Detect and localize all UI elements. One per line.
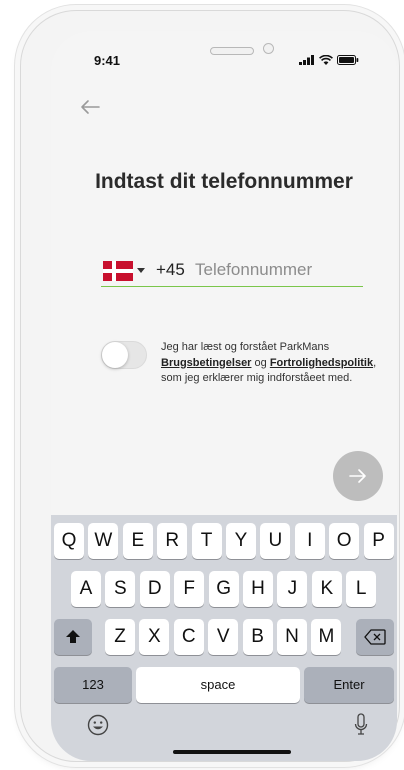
- front-camera: [263, 43, 274, 54]
- backspace-icon: [364, 629, 386, 645]
- key-i[interactable]: I: [294, 523, 325, 559]
- key-v[interactable]: V: [208, 619, 239, 655]
- denmark-flag-icon[interactable]: [103, 261, 133, 281]
- key-k[interactable]: K: [311, 571, 342, 607]
- terms-text: Jeg har læst og forstået ParkMans Brugsb…: [161, 340, 377, 387]
- emoji-icon[interactable]: [87, 714, 109, 736]
- phone-input-row: +45: [101, 251, 363, 287]
- key-q[interactable]: Q: [54, 523, 84, 559]
- terms-text-middle: og: [251, 356, 270, 369]
- keyboard-row-4: 123 space Enter: [51, 667, 397, 703]
- key-j[interactable]: J: [277, 571, 308, 607]
- key-u[interactable]: U: [260, 523, 291, 559]
- key-c[interactable]: C: [173, 619, 204, 655]
- speaker-grille: [210, 47, 254, 55]
- screen: 9:41 Indtast dit telefonnummer +45 Telef…: [51, 31, 397, 761]
- volume-up-button: [14, 168, 17, 218]
- privacy-policy-link[interactable]: Fortrolighedspolitik: [270, 357, 373, 369]
- keyboard-row-1: QWERTYUIOP: [51, 523, 397, 559]
- terms-toggle[interactable]: [101, 341, 147, 369]
- key-r[interactable]: R: [157, 523, 188, 559]
- phone-number-input[interactable]: [195, 259, 355, 281]
- numbers-key[interactable]: 123: [54, 667, 132, 703]
- key-f[interactable]: F: [174, 571, 205, 607]
- toggle-knob: [102, 342, 128, 368]
- microphone-icon[interactable]: [354, 713, 368, 737]
- terms-text-before: Jeg har læst og forstået ParkMans: [161, 341, 330, 353]
- key-s[interactable]: S: [105, 571, 136, 607]
- key-x[interactable]: X: [139, 619, 170, 655]
- key-z[interactable]: Z: [105, 619, 135, 655]
- back-arrow-icon[interactable]: [79, 99, 101, 115]
- terms-of-use-link[interactable]: Brugsbetingelser: [161, 357, 251, 369]
- enter-key[interactable]: Enter: [304, 667, 394, 703]
- shift-icon: [66, 630, 80, 643]
- key-p[interactable]: P: [363, 523, 394, 559]
- key-a[interactable]: A: [71, 571, 101, 607]
- arrow-right-icon: [349, 469, 366, 483]
- home-indicator: [173, 750, 291, 754]
- key-l[interactable]: L: [346, 571, 377, 607]
- volume-down-button: [14, 230, 17, 280]
- mute-switch: [14, 120, 17, 148]
- country-prefix: +45: [156, 260, 185, 279]
- next-button[interactable]: [333, 451, 383, 501]
- backspace-key[interactable]: [356, 619, 394, 655]
- keyboard-row-3: ZXCVBNM: [51, 619, 397, 655]
- chevron-down-icon[interactable]: [137, 268, 145, 273]
- page-title: Indtast dit telefonnummer: [95, 170, 353, 193]
- keyboard-row-2: ASDFGHJKL: [51, 571, 397, 607]
- key-h[interactable]: H: [243, 571, 273, 607]
- space-key[interactable]: space: [136, 667, 300, 703]
- battery-icon: [337, 55, 359, 65]
- key-w[interactable]: W: [88, 523, 119, 559]
- key-b[interactable]: B: [242, 619, 273, 655]
- phone-frame: 9:41 Indtast dit telefonnummer +45 Telef…: [20, 10, 400, 762]
- wifi-icon: [319, 55, 333, 65]
- key-d[interactable]: D: [139, 571, 170, 607]
- key-e[interactable]: E: [122, 523, 153, 559]
- status-icons: [299, 55, 359, 65]
- key-o[interactable]: O: [329, 523, 360, 559]
- key-t[interactable]: T: [191, 523, 222, 559]
- key-g[interactable]: G: [208, 571, 239, 607]
- key-n[interactable]: N: [277, 619, 307, 655]
- status-time: 9:41: [94, 53, 121, 68]
- shift-key[interactable]: [54, 619, 92, 655]
- signal-icon: [299, 55, 314, 65]
- key-m[interactable]: M: [311, 619, 342, 655]
- key-y[interactable]: Y: [226, 523, 256, 559]
